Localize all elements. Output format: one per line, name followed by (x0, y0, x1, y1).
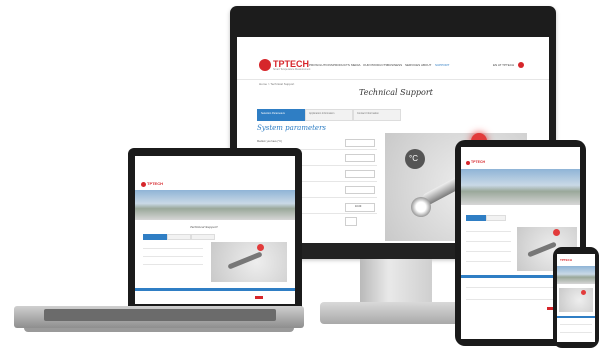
logo-text[interactable]: TPTECH (471, 160, 485, 165)
value-input-text: 10.00 (355, 205, 362, 208)
row-divider (143, 264, 203, 265)
step-tab-2[interactable] (167, 234, 191, 240)
row-divider (143, 248, 203, 249)
breadcrumb[interactable]: Home > Technical Support (259, 83, 294, 86)
step-tab-1[interactable] (143, 234, 167, 240)
flag-icon[interactable] (518, 62, 524, 68)
main-nav: PROSOLUTIONS PRODUCTS MEDIA OUR PRODUCTS… (309, 64, 489, 69)
hero-banner (557, 266, 595, 284)
nav-item-active[interactable]: SUPPORT (435, 64, 449, 67)
row-divider (466, 251, 511, 252)
hero-banner (135, 190, 295, 220)
hot-indicator-icon (257, 244, 264, 251)
hot-indicator-icon (553, 229, 560, 236)
monitor-stand-base (320, 302, 468, 324)
step-tab-2[interactable] (486, 215, 506, 221)
footer-bar (135, 288, 295, 291)
phone-screen: TPTECH (557, 254, 595, 342)
footer-bar (557, 316, 595, 318)
section-title: System parameters (257, 124, 327, 132)
step-tab-label: Application Information (309, 112, 335, 115)
step-tab-2[interactable]: Application Information (305, 109, 353, 121)
row-divider (560, 332, 592, 333)
logo-text[interactable]: TPTECH (147, 182, 163, 186)
step-tab-1[interactable]: Selection Parameters (257, 109, 305, 121)
row-divider (560, 324, 592, 325)
nav-item[interactable]: MEDIA (351, 64, 361, 67)
step-tab-label: Selection Parameters (261, 112, 285, 115)
probe-end-icon (411, 197, 431, 217)
nav-item[interactable]: ABOUT (421, 64, 431, 67)
sensor-probe-icon (227, 251, 263, 270)
nav-item[interactable]: PRODUCTS (333, 64, 350, 67)
header-divider (237, 79, 549, 80)
hot-indicator-icon (581, 290, 586, 295)
logo-gear-icon (466, 161, 470, 165)
logo-gear-icon (141, 182, 146, 187)
temperature-badge-text: °C (409, 154, 418, 163)
nav-item[interactable]: OUR PRODUCTS (363, 64, 387, 67)
form-label: Medium you have (°C) (257, 140, 282, 143)
step-tab-3[interactable] (191, 234, 215, 240)
logo-text[interactable]: TPTECH (560, 259, 572, 262)
laptop-keyboard (44, 309, 276, 321)
step-tab-label: Contact Information (357, 112, 379, 115)
hero-banner (461, 169, 580, 205)
nav-item[interactable]: SERVICES (405, 64, 420, 67)
monitor-stand-neck (360, 259, 432, 304)
row-divider (466, 231, 511, 232)
step-tab-1[interactable] (466, 215, 486, 221)
row-divider (143, 256, 203, 257)
nav-item[interactable]: BUSINESS (387, 64, 402, 67)
language-switch[interactable]: EN AT TPTECH (493, 64, 514, 67)
form-input[interactable] (345, 170, 375, 178)
logo-tagline: Smart Temperature Measurement (273, 68, 311, 71)
step-tab-3[interactable]: Contact Information (353, 109, 401, 121)
row-divider (466, 261, 511, 262)
laptop-screen: TPTECH Technical Support (135, 156, 295, 304)
page-title: Technical Support (359, 88, 433, 97)
form-input[interactable] (345, 186, 375, 194)
product-illustration (211, 242, 287, 282)
row-divider (466, 241, 511, 242)
form-input[interactable] (345, 154, 375, 162)
small-input[interactable] (345, 217, 357, 226)
value-input[interactable]: 10.00 (345, 203, 375, 212)
nav-item[interactable]: PROSOLUTIONS (309, 64, 333, 67)
laptop-edge (24, 328, 294, 332)
logo-gear-icon (259, 59, 271, 71)
product-illustration (559, 288, 593, 312)
send-button[interactable] (255, 296, 263, 299)
temperature-badge: °C (405, 149, 425, 169)
form-input[interactable] (345, 139, 375, 147)
page-title: Technical Support (190, 225, 218, 229)
